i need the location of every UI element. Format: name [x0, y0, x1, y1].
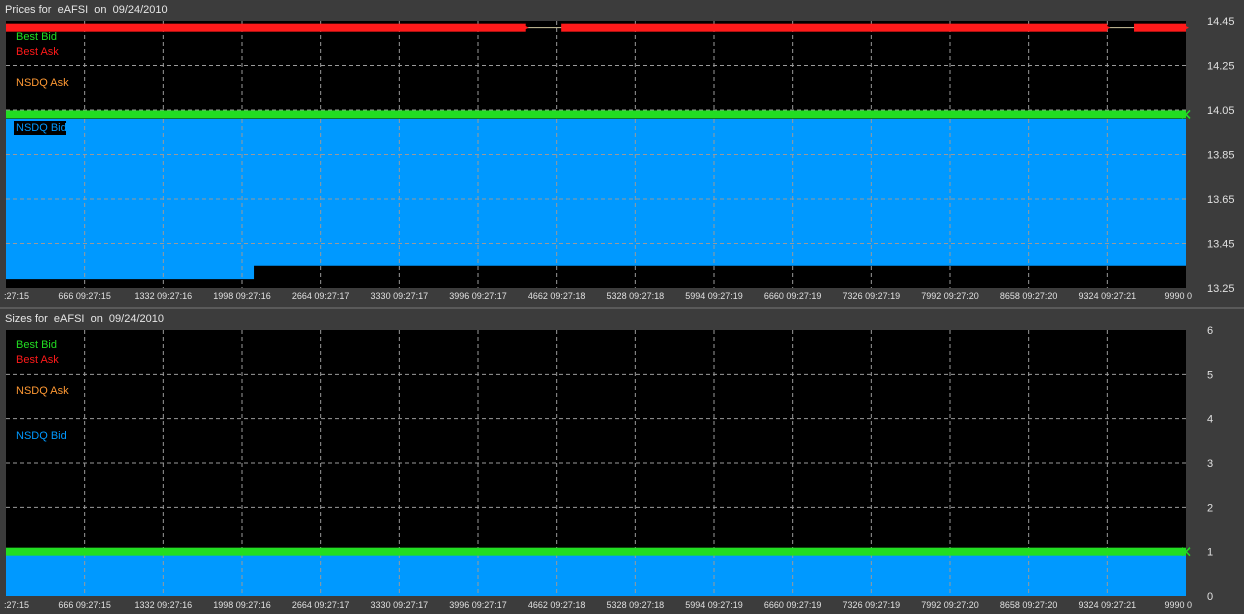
prices-y-tick: 14.05: [1207, 105, 1235, 117]
prices-y-tick: 13.25: [1207, 283, 1235, 295]
sizes-x-tick: 1332 09:27:16: [135, 600, 193, 610]
sizes-x-tick: 9990 0: [1164, 600, 1192, 610]
sizes-legend-nsdq-ask: NSDQ Ask: [16, 385, 69, 397]
prices-legend-nsdq-ask: NSDQ Ask: [16, 77, 69, 89]
prices-y-tick: 13.45: [1207, 239, 1235, 251]
sizes-y-tick: 1: [1207, 547, 1213, 559]
sizes-legend-nsdq-bid: NSDQ Bid: [16, 430, 67, 442]
sizes-y-tick: 5: [1207, 369, 1213, 381]
prices-x-tick: 5328 09:27:18: [607, 291, 665, 301]
sizes-y-tick: 4: [1207, 414, 1213, 426]
prices-x-tick: 3330 09:27:17: [371, 291, 429, 301]
prices-chart-panel: Prices for eAFSI on 09/24/2010 Best Bid B…: [0, 0, 1244, 307]
sizes-x-tick: 6660 09:27:19: [764, 600, 822, 610]
sizes-y-tick: 2: [1207, 502, 1213, 514]
prices-y-tick: 13.65: [1207, 194, 1235, 206]
sizes-chart: Best Bid Best Ask NSDQ Ask NSDQ Bid 6 5 4 3 2 1 0:…: [4, 325, 1213, 610]
prices-legend-best-bid: Best Bid: [16, 31, 57, 43]
prices-x-tick: 7326 09:27:19: [843, 291, 901, 301]
sizes-y-tick: 3: [1207, 458, 1213, 470]
prices-series-best-bid-line: [6, 110, 1186, 119]
prices-y-tick: 14.45: [1207, 16, 1235, 28]
prices-series-best-ask-segment: [1134, 23, 1186, 32]
sizes-y-tick: 6: [1207, 325, 1213, 337]
sizes-x-tick: 666 09:27:15: [58, 600, 111, 610]
sizes-legend-best-ask: Best Ask: [16, 354, 59, 366]
sizes-x-tick: 2664 09:27:17: [292, 600, 350, 610]
prices-x-tick: 3996 09:27:17: [449, 291, 507, 301]
prices-x-tick: 9324 09:27:21: [1079, 291, 1137, 301]
sizes-y-tick: 0: [1207, 591, 1213, 603]
prices-x-tick: 1332 09:27:16: [135, 291, 193, 301]
sizes-x-tick: :27:15: [4, 600, 29, 610]
prices-x-tick: 9990 0: [1164, 291, 1192, 301]
sizes-x-tick: 5328 09:27:18: [607, 600, 665, 610]
sizes-x-tick: 7326 09:27:19: [843, 600, 901, 610]
prices-x-tick: 2664 09:27:17: [292, 291, 350, 301]
prices-y-tick: 14.25: [1207, 61, 1235, 73]
prices-x-tick: :27:15: [4, 291, 29, 301]
sizes-legend-best-bid: Best Bid: [16, 339, 57, 351]
sizes-x-tick: 1998 09:27:16: [213, 600, 271, 610]
sizes-x-tick: 5994 09:27:19: [685, 600, 743, 610]
prices-legend-best-ask: Best Ask: [16, 46, 59, 58]
prices-x-tick: 666 09:27:15: [58, 291, 111, 301]
sizes-x-tick: 3330 09:27:17: [371, 600, 429, 610]
prices-x-tick: 7992 09:27:20: [921, 291, 979, 301]
prices-x-tick: 6660 09:27:19: [764, 291, 822, 301]
prices-x-tick: 1998 09:27:16: [213, 291, 271, 301]
sizes-x-tick: 7992 09:27:20: [921, 600, 979, 610]
sizes-x-tick: 9324 09:27:21: [1079, 600, 1137, 610]
prices-series-best-ask-segment: [561, 23, 1108, 32]
sizes-x-tick: 3996 09:27:17: [449, 600, 507, 610]
sizes-x-tick: 4662 09:27:18: [528, 600, 586, 610]
prices-chart: Best Bid Best Ask NSDQ Ask NSDQ Bid 14.45 14.…: [4, 16, 1235, 301]
prices-x-tick: 8658 09:27:20: [1000, 291, 1058, 301]
sizes-series-nsdq-bid-area: [6, 553, 1186, 596]
prices-series-best-ask-segment: [6, 23, 526, 32]
prices-legend-nsdq-bid: NSDQ Bid: [16, 122, 67, 134]
prices-y-tick: 13.85: [1207, 150, 1235, 162]
sizes-x-tick: 8658 09:27:20: [1000, 600, 1058, 610]
sizes-series-best-bid-line: [6, 547, 1186, 556]
sizes-chart-panel: Sizes for eAFSI on 09/24/2010 Best Bid Be…: [0, 309, 1244, 614]
prices-x-tick: 4662 09:27:18: [528, 291, 586, 301]
prices-x-tick: 5994 09:27:19: [685, 291, 743, 301]
